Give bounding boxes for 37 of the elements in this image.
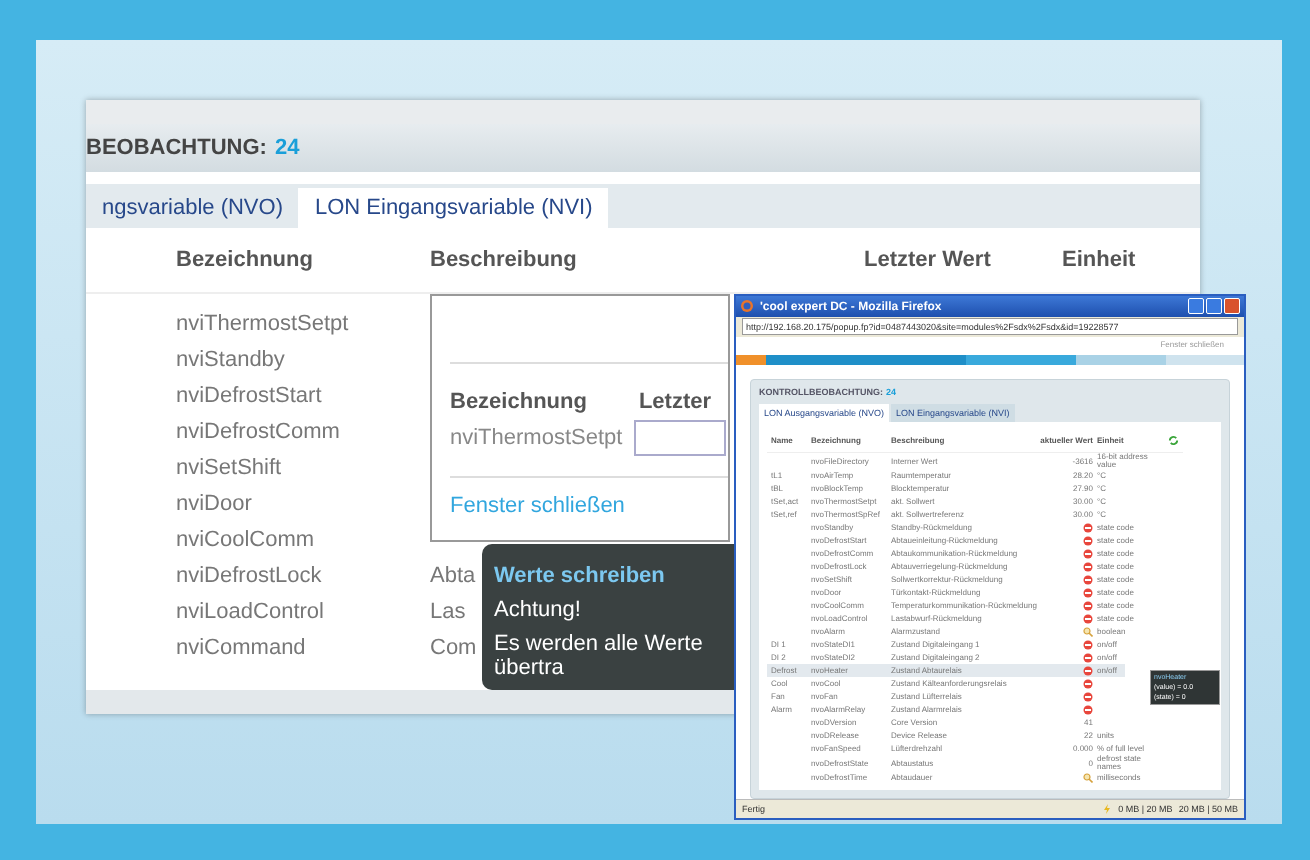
column-header: Letzter Wert <box>864 248 993 272</box>
column-header: Einheit <box>1062 248 1138 272</box>
tab[interactable]: LON Eingangsvariable (NVI) <box>298 188 609 228</box>
table-cell: Las <box>430 600 466 624</box>
table-cell: nviCoolComm <box>176 528 315 552</box>
tooltip-text: Es werden alle Werte übertra <box>494 632 705 680</box>
table-cell: Abta <box>430 564 476 588</box>
table-cell: nviThermostSetpt <box>450 426 623 450</box>
magnifier-icon[interactable] <box>1083 626 1093 637</box>
refresh-icon[interactable] <box>1167 434 1179 446</box>
close-button[interactable] <box>1224 298 1240 315</box>
magnifier-icon[interactable] <box>1083 772 1093 783</box>
column-header: Letzter <box>638 390 712 414</box>
table-cell: nviDefrostLock <box>176 564 322 588</box>
table-cell: Com <box>430 636 477 660</box>
table-cell: nviDefrostComm <box>176 420 340 444</box>
column-header: Bezeichnung <box>450 390 587 414</box>
maximize-button[interactable] <box>1206 298 1222 315</box>
input-field[interactable] <box>634 420 727 456</box>
table-cell: nviSetShift <box>176 456 282 480</box>
close-link[interactable]: Fenster schließen <box>450 494 625 518</box>
tooltip-title: Werte schreiben <box>494 564 667 588</box>
table-cell: nviCommand <box>176 636 306 660</box>
tooltip-text: Achtung! <box>494 598 583 622</box>
lightning-icon <box>1102 804 1113 814</box>
count: 24 <box>274 136 300 160</box>
browser-icon <box>740 299 754 314</box>
table-cell: nviDoor <box>176 492 252 516</box>
table-cell: nviThermostSetpt <box>176 312 349 336</box>
panel-title: BEOBACHTUNG: <box>86 136 267 160</box>
table-cell: nviLoadControl <box>176 600 324 624</box>
column-header: Bezeichnung <box>176 248 315 272</box>
column-header: Beschreibung <box>430 248 579 272</box>
table-cell: nviStandby <box>176 348 285 372</box>
table-cell: nviDefrostStart <box>176 384 322 408</box>
minimize-button[interactable] <box>1188 298 1204 315</box>
tab[interactable]: ngsvariable (NVO) <box>86 188 299 228</box>
